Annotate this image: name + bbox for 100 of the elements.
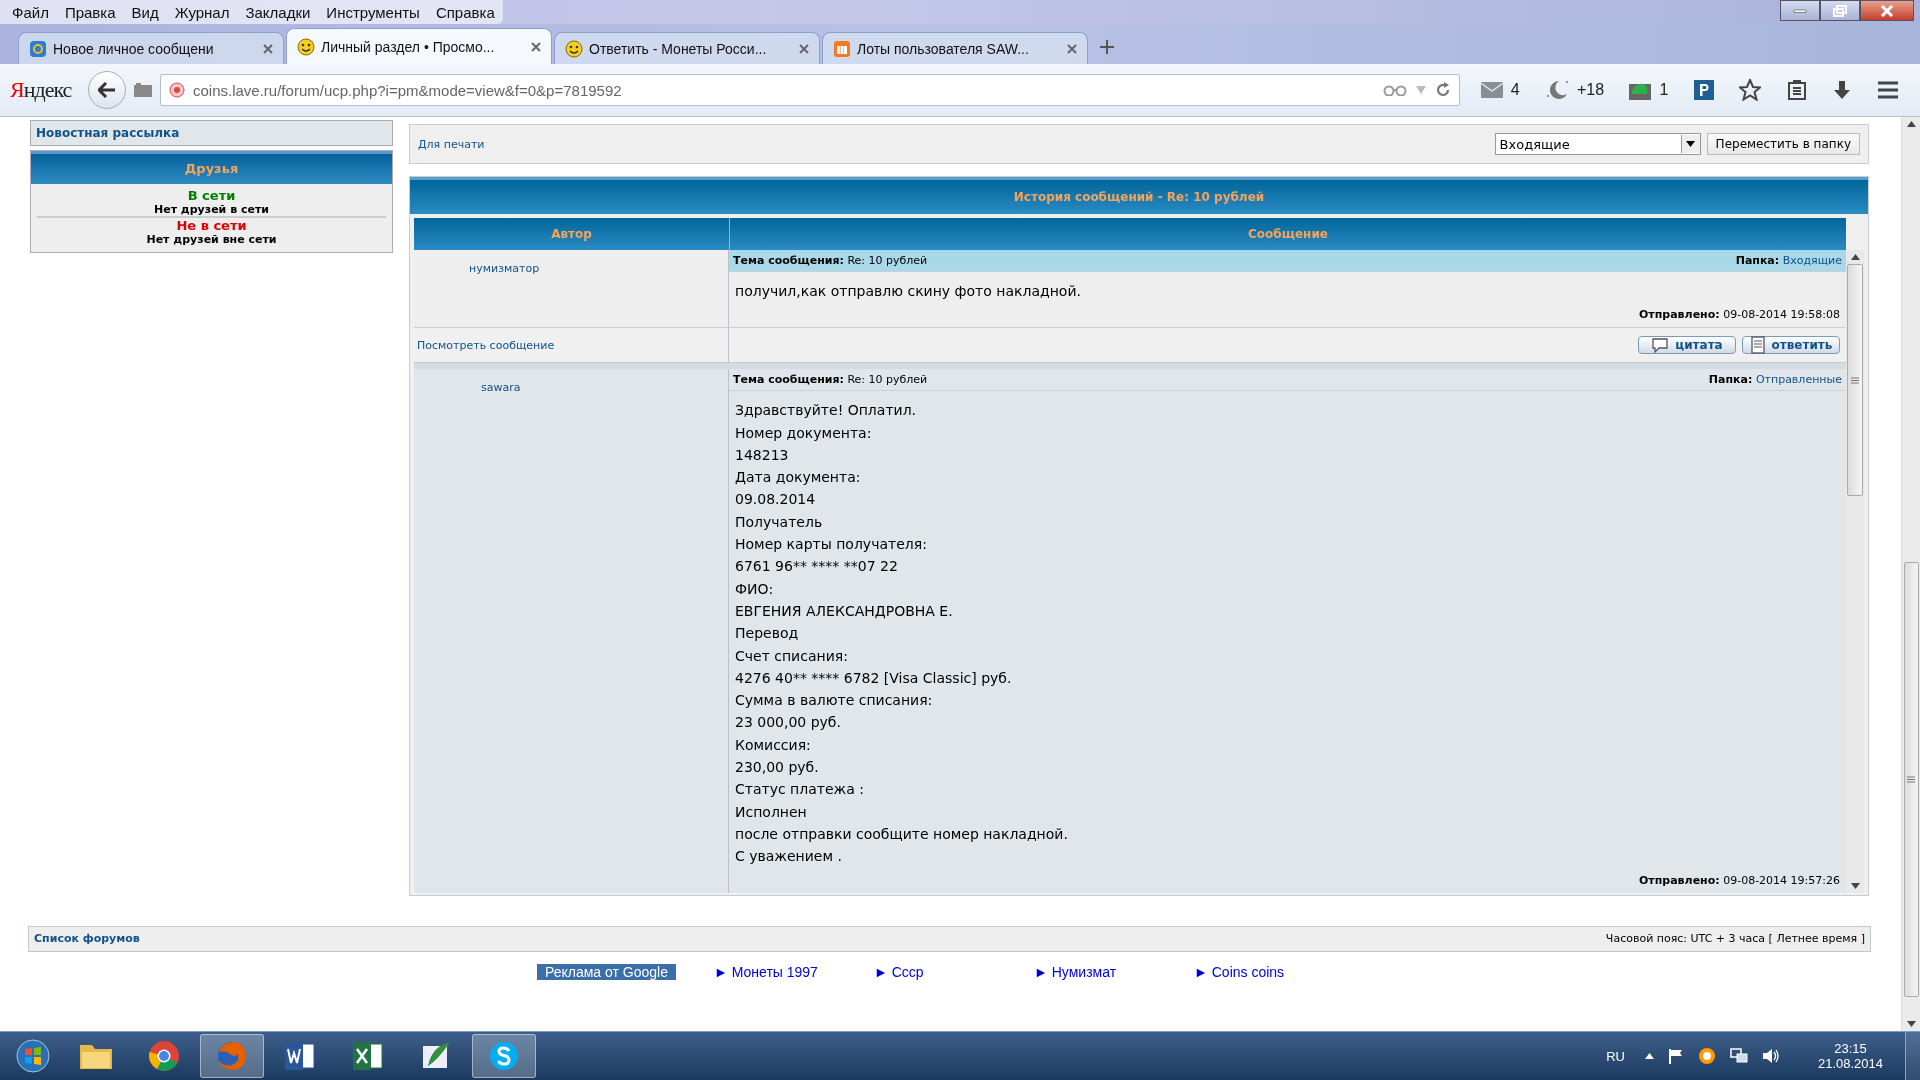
- show-desktop-button[interactable]: [1905, 1032, 1920, 1080]
- column-header: Сообщение: [730, 218, 1846, 250]
- print-link[interactable]: Для печати: [418, 137, 485, 151]
- friends-status: В сети: [186, 188, 237, 203]
- menu-item[interactable]: Справка: [427, 3, 503, 21]
- browser-tab[interactable]: Новое личное сообщени: [18, 32, 284, 64]
- reader-glasses-icon[interactable]: [1383, 84, 1407, 96]
- forum-list-link[interactable]: Список форумов: [34, 932, 140, 946]
- address-field[interactable]: coins.lave.ru/forum/ucp.php?i=pm&mode=view&f=0&p=7819592: [160, 74, 1460, 106]
- friends-header: Друзья: [31, 151, 392, 184]
- message-line: Номер карты получателя:: [735, 535, 928, 555]
- menu-item[interactable]: Закладки: [237, 3, 319, 21]
- menu-item[interactable]: Вид: [123, 3, 167, 21]
- p-letter-icon[interactable]: [1693, 80, 1714, 100]
- close-icon: [1880, 4, 1894, 17]
- ring-icon[interactable]: [1697, 1047, 1716, 1065]
- envelope-icon: [1480, 82, 1503, 98]
- folder-link[interactable]: Входящие: [1782, 254, 1842, 267]
- clipboard-icon[interactable]: [1786, 80, 1807, 100]
- minimize-button[interactable]: [1780, 0, 1820, 21]
- message-line: Счет списания:: [735, 646, 849, 666]
- close-tab-icon[interactable]: [799, 43, 809, 54]
- message-line: 09.08.2014: [735, 490, 817, 510]
- scroll-thumb[interactable]: [1847, 264, 1863, 496]
- new-tab-icon[interactable]: [1100, 40, 1114, 54]
- speech-bubble-icon: [1651, 337, 1670, 354]
- taskbar-app[interactable]: [472, 1034, 536, 1078]
- x-spreadsheet-icon: [352, 1041, 384, 1071]
- language-indicator[interactable]: RU: [1606, 1048, 1625, 1064]
- menu-item[interactable]: Файл: [4, 3, 57, 21]
- browser-brand[interactable]: Яндекс: [10, 77, 80, 103]
- grip-icon: [1907, 776, 1915, 783]
- message-line: после отправки сообщите номер накладной.: [735, 824, 1069, 844]
- fox-globe-icon: [216, 1040, 248, 1072]
- sent-date: Отправлено: 09-08-2014 19:57:26: [1638, 872, 1841, 889]
- s-logo-icon: [488, 1040, 520, 1072]
- menu-icon[interactable]: [1877, 81, 1900, 99]
- sent-date: Отправлено: 09-08-2014 19:58:08: [1638, 307, 1841, 324]
- toolbar-counter[interactable]: 4: [1480, 81, 1520, 99]
- close-tab-icon[interactable]: [1067, 43, 1077, 54]
- toolbar-counter[interactable]: 1: [1629, 80, 1669, 100]
- newsletter-link[interactable]: Новостная рассылка: [30, 120, 393, 146]
- browser-tab[interactable]: Личный раздел • Просмо...: [286, 28, 552, 64]
- close-tab-icon[interactable]: [531, 41, 541, 52]
- scroll-thumb[interactable]: [1903, 562, 1919, 997]
- folder-text: Папка: Входящие: [1735, 254, 1842, 267]
- download-icon[interactable]: [1831, 80, 1852, 100]
- toolbar-counter[interactable]: +18: [1544, 79, 1605, 101]
- round-logo-icon: [148, 1040, 180, 1072]
- folder-text: Папка: Отправленные: [1708, 373, 1842, 387]
- message-line: Дата документа:: [735, 468, 862, 488]
- close-button[interactable]: [1860, 0, 1914, 21]
- subject-text: Тема сообщения: Re: 10 рублей: [733, 373, 928, 387]
- folder-select[interactable]: Входящие: [1494, 133, 1701, 155]
- clock[interactable]: 23:15 21.08.2014: [1817, 1041, 1883, 1071]
- document-icon: [1749, 336, 1766, 355]
- ad-label[interactable]: Реклама от Google: [537, 963, 676, 980]
- scroll-up-icon[interactable]: [1850, 254, 1860, 260]
- quote-button[interactable]: цитата: [1638, 336, 1736, 355]
- ad-link[interactable]: ► Ссср: [874, 963, 1034, 980]
- speaker-icon[interactable]: [1761, 1048, 1780, 1064]
- message-line: Перевод: [735, 624, 800, 644]
- view-message-link[interactable]: Посмотреть сообщение: [417, 338, 555, 352]
- ad-link[interactable]: ► Coins coins: [1194, 963, 1354, 980]
- tab-title: Новое личное сообщени: [53, 40, 215, 57]
- reload-icon[interactable]: [1435, 82, 1451, 98]
- ad-link[interactable]: ► Нумизмат: [1034, 963, 1194, 980]
- ad-link[interactable]: ► Монеты 1997: [714, 963, 874, 980]
- close-tab-icon[interactable]: [263, 43, 273, 54]
- browser-tab[interactable]: Ответить - Монеты Росси...: [554, 32, 820, 64]
- show-hidden-icons-icon[interactable]: [1644, 1053, 1654, 1059]
- menu-item[interactable]: Инструменты: [318, 3, 428, 21]
- author-link[interactable]: sawara: [481, 381, 521, 395]
- flag-icon[interactable]: [1667, 1048, 1684, 1064]
- network-icon[interactable]: [1729, 1048, 1748, 1064]
- message-line: Сумма в валюте списания:: [735, 691, 934, 711]
- browser-tab[interactable]: Лоты пользователя SAW...: [822, 32, 1088, 64]
- grip-icon: [1851, 376, 1859, 384]
- author-link[interactable]: нумизматор: [469, 262, 540, 275]
- page-scrollbar[interactable]: [1901, 117, 1920, 1031]
- scroll-down-icon[interactable]: [1906, 1021, 1916, 1027]
- message-line: ФИО:: [735, 579, 775, 599]
- maximize-button[interactable]: [1820, 0, 1860, 21]
- message-line: 23 000,00 руб.: [735, 713, 842, 733]
- menu-item[interactable]: Журнал: [166, 3, 238, 21]
- back-arrow-icon: [98, 82, 116, 98]
- smiley-icon: [297, 37, 315, 56]
- bookmark-star-icon[interactable]: [1739, 79, 1762, 101]
- scroll-up-icon[interactable]: [1906, 121, 1916, 127]
- menu-item[interactable]: Правка: [56, 3, 124, 21]
- scroll-down-icon[interactable]: [1850, 882, 1860, 889]
- message-line: 6761 96** **** **07 22: [735, 557, 899, 577]
- folder-link[interactable]: Отправленные: [1755, 373, 1842, 387]
- message-line: Получатель: [735, 512, 824, 532]
- move-to-folder-button[interactable]: Переместить в папку: [1706, 133, 1860, 155]
- scrollbar[interactable]: [1846, 250, 1864, 893]
- back-button[interactable]: [88, 71, 126, 109]
- message-line: получил,как отправлю скину фото накладной.: [735, 282, 1082, 301]
- friends-empty-text: Нет друзей вне сети: [145, 233, 278, 246]
- reply-button[interactable]: ответить: [1742, 336, 1840, 355]
